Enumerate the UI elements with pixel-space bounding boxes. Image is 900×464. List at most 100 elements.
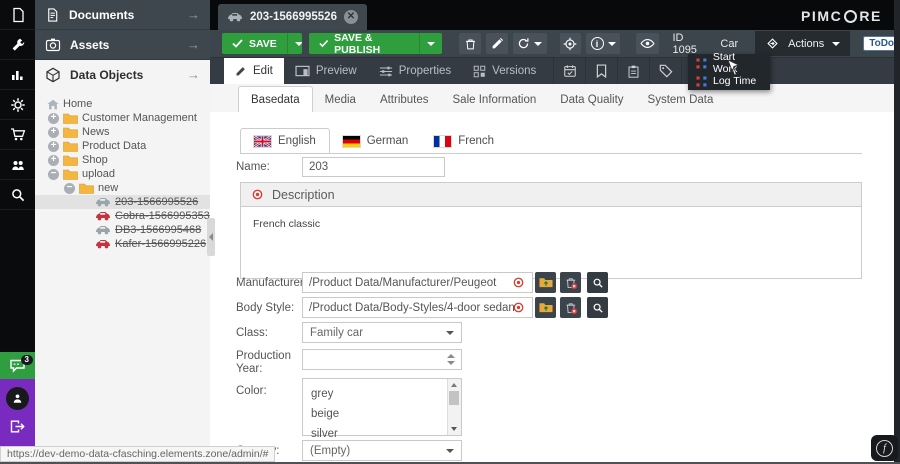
spinner-up-icon[interactable] — [447, 354, 455, 358]
wrench-icon — [10, 37, 26, 53]
save-publish-button-main[interactable]: SAVE & PUBLISH — [309, 33, 420, 54]
tree-item-203-selected[interactable]: 203-1566995526 — [35, 195, 210, 209]
subtab-sale-information[interactable]: Sale Information — [441, 87, 549, 112]
tree-item-product-data[interactable]: + Product Data — [35, 139, 210, 153]
production-year-spinner[interactable] — [302, 349, 462, 370]
notes-button[interactable] — [585, 58, 617, 84]
menu-item-start-work[interactable]: Start Work — [688, 54, 770, 72]
color-multiselect[interactable]: grey beige silver — [302, 378, 462, 436]
subtab-data-quality[interactable]: Data Quality — [548, 87, 635, 112]
tree-section-documents[interactable]: Documents → — [35, 0, 210, 30]
tree-item-home[interactable]: Home — [35, 97, 210, 111]
country-select[interactable]: (Empty) — [302, 440, 462, 461]
tree-item-customer-management[interactable]: + Customer Management — [35, 111, 210, 125]
color-label: Color: — [236, 385, 267, 397]
folder-open-icon — [63, 169, 78, 180]
expand-plus-icon[interactable]: + — [48, 113, 59, 124]
spinner-down-icon[interactable] — [447, 361, 455, 365]
save-dropdown-caret[interactable] — [287, 33, 302, 54]
schedule-button[interactable] — [553, 58, 585, 84]
target-red-icon — [251, 188, 264, 201]
tags-button[interactable] — [649, 58, 681, 84]
tree-item-upload[interactable]: − upload — [35, 167, 210, 181]
rail-customers-button[interactable] — [0, 150, 35, 180]
open-preview-button[interactable] — [636, 33, 660, 54]
close-icon[interactable]: ✕ — [344, 10, 358, 24]
save-publish-button[interactable]: SAVE & PUBLISH — [309, 33, 443, 54]
rail-file-button[interactable] — [0, 0, 35, 30]
info-button[interactable]: i — [586, 33, 620, 54]
scroll-down-icon[interactable] — [451, 427, 457, 431]
menu-item-label: Start Work — [713, 51, 762, 75]
subtab-media[interactable]: Media — [313, 87, 368, 112]
delete-button[interactable] — [459, 33, 481, 54]
corner-widget-button[interactable]: f — [871, 435, 898, 461]
lang-tab-english[interactable]: English — [240, 128, 330, 153]
collapse-minus-icon[interactable]: − — [64, 183, 75, 194]
lang-tab-french[interactable]: French — [421, 129, 507, 153]
tree-item-news[interactable]: + News — [35, 125, 210, 139]
folder-up-icon — [539, 302, 553, 313]
expand-plus-icon[interactable]: + — [48, 155, 59, 166]
expand-plus-icon[interactable]: + — [48, 141, 59, 152]
reports-button[interactable] — [617, 58, 649, 84]
actions-dropdown-button[interactable]: Actions — [755, 31, 850, 56]
subtab-system-data[interactable]: System Data — [636, 87, 726, 112]
tree-item-kafer[interactable]: Kafer-1566995226 — [35, 237, 210, 251]
tree-section-assets[interactable]: Assets → — [35, 30, 210, 60]
scrollbar-thumb[interactable] — [449, 391, 459, 405]
rail-ecommerce-button[interactable] — [0, 120, 35, 150]
flag-uk-icon — [254, 136, 271, 147]
color-option-beige[interactable]: beige — [303, 404, 461, 424]
color-option-grey[interactable]: grey — [303, 384, 461, 404]
open-object-tab[interactable]: 203-1566995526 ✕ — [218, 4, 367, 30]
rail-chat-button[interactable]: 3 — [0, 352, 35, 379]
tab-edit[interactable]: Edit — [224, 58, 284, 84]
manufacturer-search-button[interactable] — [587, 272, 608, 293]
rename-button[interactable] — [486, 33, 508, 54]
tab-versions[interactable]: Versions — [462, 58, 547, 84]
tab-properties[interactable]: Properties — [368, 58, 462, 84]
save-publish-dropdown-caret[interactable] — [419, 33, 442, 54]
manufacturer-open-button[interactable] — [535, 272, 556, 293]
user-avatar[interactable] — [6, 387, 29, 410]
tree-item-db3[interactable]: DB3-1566995468 — [35, 223, 210, 237]
lang-tab-german[interactable]: German — [330, 129, 422, 153]
body-style-search-button[interactable] — [587, 297, 608, 318]
tree-item-shop[interactable]: + Shop — [35, 153, 210, 167]
description-editor[interactable]: French classic — [240, 207, 862, 279]
collapse-left-icon — [209, 233, 213, 241]
save-button-main[interactable]: SAVE — [222, 33, 287, 54]
rail-reports-button[interactable] — [0, 60, 35, 90]
reload-button[interactable] — [513, 33, 547, 54]
logout-icon[interactable] — [9, 419, 26, 434]
body-style-remove-button[interactable] — [560, 297, 581, 318]
body-style-open-button[interactable] — [535, 297, 556, 318]
tree-item-cobra[interactable]: Cobra-1566995353 — [35, 209, 210, 223]
panel-splitter-handle[interactable] — [207, 218, 215, 256]
left-icon-rail: 3 CO — [0, 0, 35, 464]
data-objects-tree: Home + Customer Management + News + Prod… — [35, 97, 210, 251]
window-right-edge — [894, 0, 900, 464]
car-red-icon — [95, 211, 111, 221]
rail-tools-button[interactable] — [0, 30, 35, 60]
rail-search-button[interactable] — [0, 180, 35, 210]
collapse-minus-icon[interactable]: − — [48, 169, 59, 180]
logo-circle-o — [844, 10, 857, 23]
tree-section-data-objects[interactable]: Data Objects → — [35, 60, 210, 89]
color-scrollbar[interactable] — [447, 379, 461, 435]
tab-preview[interactable]: Preview — [284, 58, 368, 84]
name-input[interactable] — [302, 157, 445, 177]
tree-item-new[interactable]: − new — [35, 181, 210, 195]
class-select[interactable]: Family car — [302, 322, 462, 343]
subtab-basedata[interactable]: Basedata — [238, 86, 313, 113]
save-button[interactable]: SAVE — [222, 33, 302, 54]
body-style-input[interactable] — [302, 297, 533, 318]
manufacturer-remove-button[interactable] — [560, 272, 581, 293]
expand-plus-icon[interactable]: + — [48, 127, 59, 138]
rail-settings-button[interactable] — [0, 90, 35, 120]
subtab-attributes[interactable]: Attributes — [368, 87, 441, 112]
scroll-up-icon[interactable] — [451, 383, 457, 387]
manufacturer-input[interactable] — [302, 272, 533, 293]
locate-in-tree-button[interactable] — [560, 33, 582, 54]
